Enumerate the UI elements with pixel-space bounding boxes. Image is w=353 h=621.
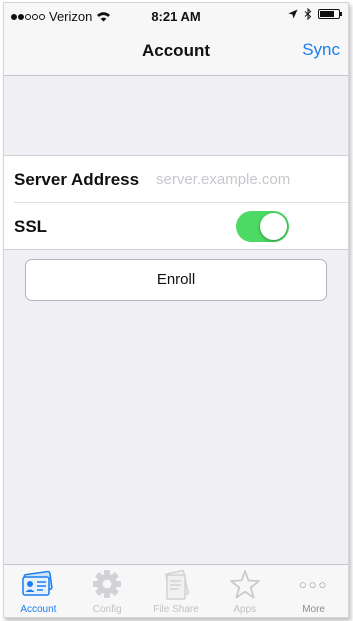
tab-file-share-label: File Share xyxy=(153,604,199,615)
enroll-button[interactable]: Enroll xyxy=(25,259,327,301)
page-title: Account xyxy=(142,41,210,60)
server-address-label: Server Address xyxy=(14,170,140,189)
tab-apps[interactable]: Apps xyxy=(210,565,279,617)
settings-group: Server Address SSL xyxy=(4,155,348,250)
tab-file-share[interactable]: File Share xyxy=(142,565,211,617)
tab-config-label: Config xyxy=(92,604,122,615)
status-right xyxy=(288,8,342,20)
tab-more[interactable]: ○○○ More xyxy=(279,565,348,617)
tab-apps-label: Apps xyxy=(233,604,257,615)
server-address-input[interactable] xyxy=(156,167,341,191)
ssl-row: SSL xyxy=(14,202,348,249)
account-card-icon xyxy=(22,570,54,596)
status-bar: Verizon 8:21 AM xyxy=(4,3,348,31)
navigation-bar: Account Sync xyxy=(4,31,348,76)
tab-account[interactable]: Account xyxy=(4,565,73,617)
bluetooth-icon xyxy=(304,8,312,20)
location-arrow-icon xyxy=(288,9,298,19)
server-address-row: Server Address xyxy=(4,156,348,202)
tab-bar: Account Config File Share Apps ○○○ More xyxy=(4,564,348,617)
star-icon xyxy=(229,570,260,599)
tab-config[interactable]: Config xyxy=(73,565,142,617)
gear-icon xyxy=(93,570,122,598)
ssl-label: SSL xyxy=(14,217,48,236)
tab-account-label: Account xyxy=(20,604,57,615)
ssl-toggle[interactable] xyxy=(236,211,289,242)
tab-more-label: More xyxy=(302,604,325,615)
sync-button[interactable]: Sync xyxy=(302,40,340,60)
phone-screen: Verizon 8:21 AM Account Sync Server Addr… xyxy=(3,2,349,618)
battery-icon xyxy=(318,9,342,19)
file-share-icon xyxy=(165,569,189,600)
ssl-toggle-knob xyxy=(260,213,287,240)
battery-level xyxy=(320,11,334,17)
more-dots-icon: ○○○ xyxy=(298,577,329,592)
